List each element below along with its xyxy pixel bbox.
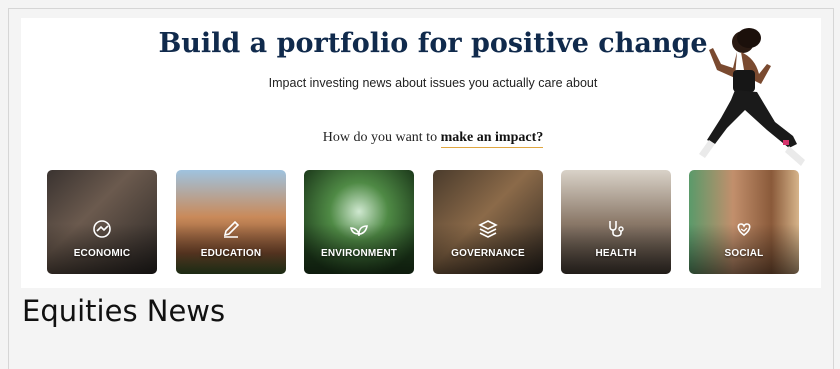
impact-question-prefix: How do you want to [322, 130, 438, 145]
category-label: ECONOMIC [73, 248, 131, 259]
category-card-economic[interactable]: ECONOMIC [47, 170, 157, 274]
stethoscope-icon [609, 221, 624, 237]
category-card-environment[interactable]: ENVIRONMENT [304, 170, 414, 274]
runner-illustration [699, 28, 805, 166]
category-label: ENVIRONMENT [320, 248, 398, 259]
category-card-social[interactable]: SOCIAL [689, 170, 799, 274]
layers-icon [478, 220, 498, 238]
impact-category-list: ECONOMIC EDUCATION ENVIRONMENT GOVERNANC… [47, 170, 807, 276]
make-an-impact-link[interactable]: make an impact? [440, 130, 544, 148]
category-card-governance[interactable]: GOVERNANCE [433, 170, 543, 274]
category-card-health[interactable]: HEALTH [561, 170, 671, 274]
category-label: EDUCATION [200, 248, 262, 259]
impact-banner[interactable]: Build a portfolio for positive change Im… [21, 18, 821, 288]
section-title-equities-news: Equities News [22, 294, 226, 328]
leaf-icon [350, 225, 368, 237]
pencil-icon [223, 220, 240, 238]
category-label: HEALTH [595, 248, 637, 259]
category-label: SOCIAL [724, 248, 764, 259]
economic-icon [93, 220, 111, 238]
category-card-education[interactable]: EDUCATION [176, 170, 286, 274]
heart-hand-icon [737, 223, 751, 236]
category-label: GOVERNANCE [451, 248, 525, 259]
